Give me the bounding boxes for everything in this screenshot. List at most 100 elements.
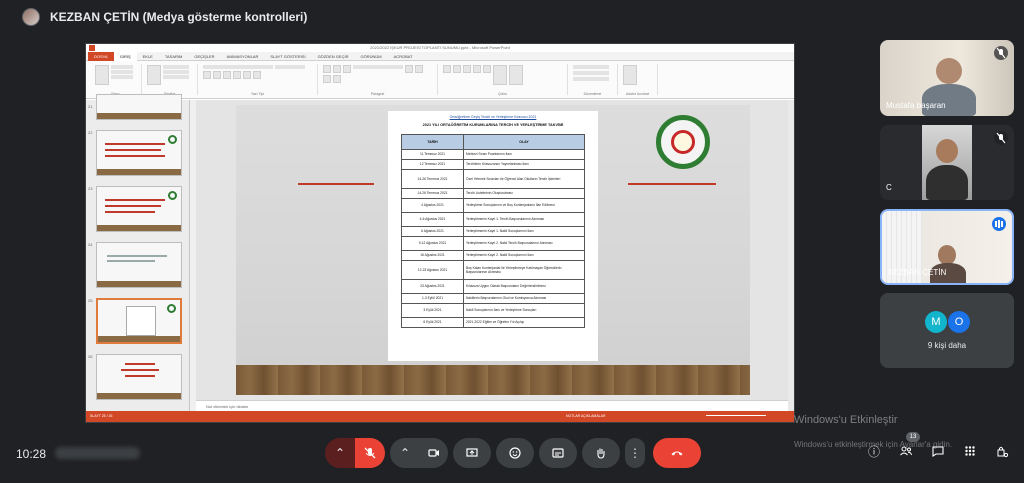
participant-count-badge: 13 [906, 432, 920, 442]
calendar-event-cell: Yerleştirmenin Kayıt 1. Tercih Başvurula… [463, 212, 585, 227]
new-slide-button[interactable] [147, 65, 161, 85]
participant-video [938, 245, 956, 265]
acrobat-button[interactable] [623, 65, 637, 85]
ribbon-group-editing: Düzenleme [568, 64, 618, 96]
slide-thumbnail[interactable] [96, 354, 182, 400]
ppt-tab-slideshow[interactable]: SLAYT GÖSTERİSİ [264, 52, 311, 61]
align-center-button[interactable] [415, 65, 423, 73]
table-row: 12-23 Ağustos 2021 Boş Kalan Kontenjanlar… [401, 260, 585, 280]
table-row: 3 Eylül 2021 Nakil Sonuçlarının İlanı ve … [401, 303, 585, 318]
shape-button[interactable] [473, 65, 481, 73]
calendar-date-cell: 16 Ağustos 2021 [401, 250, 464, 261]
hand-icon [597, 448, 605, 459]
activities-icon[interactable] [962, 444, 978, 460]
raise-hand-button[interactable] [582, 438, 620, 468]
thumb-number: 23 [88, 186, 93, 191]
indent-button[interactable] [343, 65, 351, 73]
table-row: 1-3 Eylül 2021 Nakillerin Başvurularının … [401, 293, 585, 304]
camera-toggle-button[interactable] [420, 438, 448, 468]
thumb-number: 26 [88, 354, 93, 359]
calendar-event-cell: Boş Kalan Kontenjanlar ile Yerleştirmeye… [463, 260, 585, 280]
host-controls-icon[interactable] [994, 444, 1010, 460]
chevron-up-icon: ⌃ [334, 446, 346, 460]
arrange-button[interactable] [493, 65, 507, 85]
leave-call-button[interactable] [653, 438, 701, 468]
slide-thumbnail[interactable] [96, 242, 182, 288]
calendar-event-cell: Tercih Listelerinin Oluşturulması [463, 188, 585, 199]
presenter-name: KEZBAN ÇETİN (Medya gösterme kontrolleri… [50, 10, 308, 24]
ppt-tab-insert[interactable]: EKLE [137, 52, 159, 61]
slide-thumbnail-selected[interactable] [96, 298, 182, 344]
ppt-tab-file[interactable]: DOSYA [88, 51, 114, 61]
participant-avatar: M [925, 311, 947, 333]
calendar-date-cell: 23 Ağustos 2021 [401, 279, 464, 294]
end-call-icon [671, 451, 683, 456]
chat-icon[interactable] [930, 444, 946, 460]
ribbon-group-label: Yazı Tipi [250, 92, 265, 96]
quick-styles-button[interactable] [509, 65, 523, 85]
status-slide-counter: SLAYT 25 / 26 [90, 414, 113, 418]
italic-button[interactable] [213, 71, 221, 79]
slide-thumbnail[interactable] [96, 94, 182, 120]
numbering-button[interactable] [333, 65, 341, 73]
shape-button[interactable] [443, 65, 451, 73]
mic-off-icon [994, 46, 1008, 60]
mic-toggle-button[interactable] [355, 438, 385, 468]
bold-button[interactable] [203, 71, 211, 79]
table-row: 9-12 Ağustos 2021 Yerleştirmenin Kayıt 2.… [401, 236, 585, 251]
underline-button[interactable] [223, 71, 231, 79]
ppt-body: 21 22 23 24 25 26 Ortaöğretime Geçiş Ter… [86, 94, 794, 413]
more-options-button[interactable]: ⋮ [625, 438, 645, 468]
ppt-ribbon-tabs: DOSYA GİRİŞ EKLE TASARIM GEÇİŞLER ANİMAS… [86, 51, 794, 61]
people-icon[interactable] [898, 444, 914, 460]
calendar-date-cell: 12-23 Ağustos 2021 [401, 260, 464, 280]
ppt-tab-review[interactable]: GÖZDEN GEÇİR [312, 52, 355, 61]
slide-thumbnails-pane: 21 22 23 24 25 26 [86, 94, 190, 413]
strike-button[interactable] [243, 71, 251, 79]
ribbon-group-label: Adobe Acrobat [626, 92, 649, 96]
windows-activation-title: Windows'u Etkinleştir [794, 414, 898, 426]
participant-tile[interactable]: Mustafa başaran [880, 40, 1014, 116]
participant-tile[interactable]: C [880, 125, 1014, 200]
ppt-tab-animations[interactable]: ANİMASYONLAR [221, 52, 265, 61]
reactions-button[interactable] [496, 438, 534, 468]
info-icon[interactable]: ⓘ [866, 444, 882, 460]
video-options-button[interactable]: ⌃ [390, 438, 420, 468]
status-notes[interactable]: NOTLAR AÇIKLAMALAR [566, 414, 605, 418]
shape-button[interactable] [463, 65, 471, 73]
participant-tile-active[interactable]: KEZBAN ÇETİN [880, 209, 1014, 285]
school-seal-icon [656, 115, 710, 169]
shared-screen: 2021/2022 İŞKUR PROJESİ TOPLANTI SUNUMU.… [85, 43, 795, 423]
font-color-button[interactable] [253, 71, 261, 79]
slide-decor-line [298, 183, 374, 185]
align-right-button[interactable] [323, 75, 331, 83]
shadow-button[interactable] [233, 71, 241, 79]
thumb-number: 21 [88, 104, 93, 109]
ppt-tab-view[interactable]: GÖRÜNÜM [354, 52, 387, 61]
ribbon-group-label: Çizim [498, 92, 507, 96]
zoom-slider[interactable] [706, 415, 766, 416]
ribbon-group-slides: Slaytlar [142, 64, 198, 96]
ppt-tab-home[interactable]: GİRİŞ [113, 51, 137, 61]
shape-button[interactable] [453, 65, 461, 73]
ppt-tab-transitions[interactable]: GEÇİŞLER [188, 52, 220, 61]
slide-thumbnail[interactable] [96, 130, 182, 176]
present-screen-button[interactable] [453, 438, 491, 468]
more-participants-tile[interactable]: M O 9 kişi daha [880, 293, 1014, 368]
bullets-button[interactable] [323, 65, 331, 73]
mic-off-icon [994, 131, 1008, 145]
ppt-tab-design[interactable]: TASARIM [159, 52, 188, 61]
shape-button[interactable] [483, 65, 491, 73]
justify-button[interactable] [333, 75, 341, 83]
slide-thumbnail[interactable] [96, 186, 182, 232]
ppt-tab-acrobat[interactable]: ACROBAT [388, 52, 419, 61]
doc-link[interactable]: Ortaöğretime Geçiş Tercih ve Yerleştirme… [394, 115, 592, 119]
ppt-title-bar: 2021/2022 İŞKUR PROJESİ TOPLANTI SUNUMU.… [86, 44, 794, 52]
captions-button[interactable] [539, 438, 577, 468]
align-left-button[interactable] [405, 65, 413, 73]
camera-icon [428, 449, 439, 457]
slide-decor-line [628, 183, 716, 185]
audio-options-button[interactable]: ⌃ [325, 438, 355, 468]
calendar-date-cell: 6 Eylül 2021 [401, 317, 464, 328]
paste-button[interactable] [95, 65, 109, 85]
